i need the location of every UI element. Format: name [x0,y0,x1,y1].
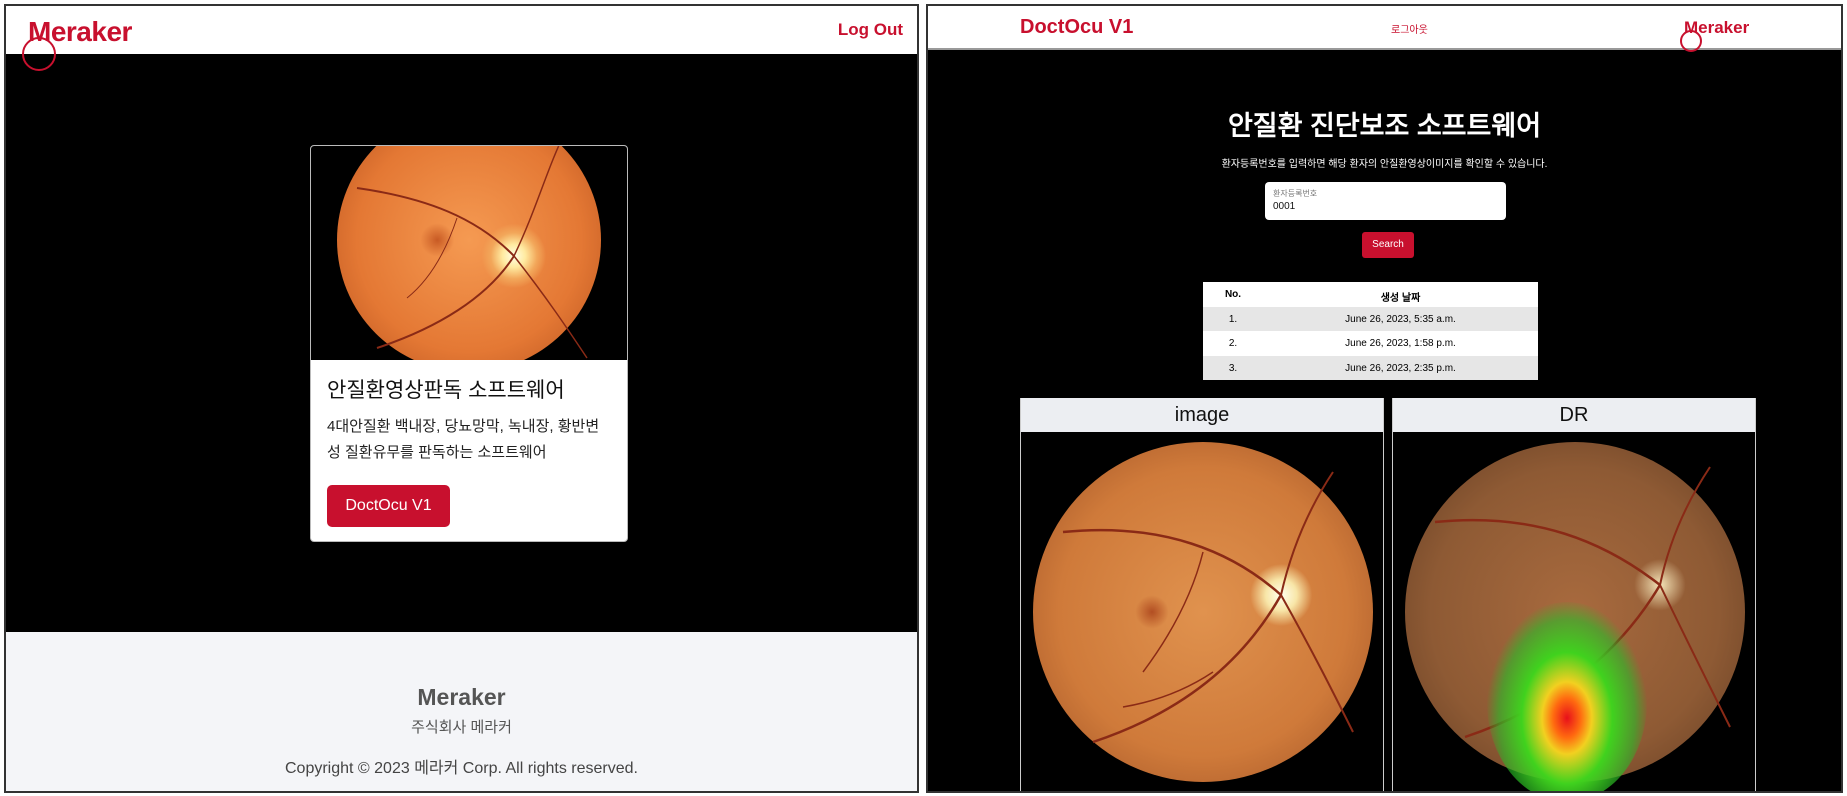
meraker-logo[interactable]: Meraker [1680,18,1749,52]
footer-logo: Meraker [417,684,506,710]
top-navbar: DoctOcu V1 로그아웃 Meraker [928,6,1841,52]
table-row[interactable]: 3. June 26, 2023, 2:35 p.m. [1203,355,1538,380]
retina-vessels [356,146,588,359]
header-date: 생성 날짜 [1380,293,1421,304]
table-row[interactable]: 1. June 26, 2023, 5:35 a.m. [1203,306,1538,331]
page-subtitle: 환자등록번호를 입력하면 해당 환자의 안질환영상이미지를 확인할 수 있습니다… [1221,159,1548,170]
row-no: 1. [1228,313,1238,325]
lesion-heatmap [1487,602,1647,791]
row-date: June 26, 2023, 5:35 a.m. [1345,313,1456,325]
dr-panel: DR [1392,398,1756,791]
retina-vessels [1062,471,1354,744]
page-title: 안질환 진단보조 소프트웨어 [1227,111,1542,141]
search-button[interactable]: Search [1362,232,1414,258]
image-panel: image [1020,398,1384,791]
footer: Meraker 주식회사 메라커 Copyright © 2023 메라커 Co… [6,632,917,791]
patient-id-value: 0001 [1273,201,1296,212]
patient-id-input[interactable]: 환자등록번호 0001 [1265,182,1506,220]
table-header: No. 생성 날짜 [1203,282,1538,307]
row-date: June 26, 2023, 1:58 p.m. [1345,338,1456,349]
diagnosis-screen: DoctOcu V1 로그아웃 Meraker 안질환 진단보조 소프트웨어 환… [926,4,1843,793]
row-no: 3. [1228,362,1238,374]
table-row[interactable]: 2. June 26, 2023, 1:58 p.m. [1203,331,1538,356]
row-no: 2. [1228,338,1238,349]
card-description: 4대안질환 백내장, 당뇨망막, 녹내장, 황반변성 질환유무를 판독하는 소프… [327,418,600,461]
fundus-image [1033,442,1373,782]
meraker-logo[interactable]: Meraker [22,16,132,71]
row-date: June 26, 2023, 2:35 p.m. [1345,362,1456,374]
card-title: 안질환영상판독 소프트웨어 [327,379,565,402]
footer-company-name: 주식회사 메라커 [411,719,512,736]
records-table: No. 생성 날짜 1. June 26, 2023, 5:35 a.m. 2.… [1203,282,1538,380]
patient-id-label: 환자등록번호 [1273,189,1318,198]
footer-copyright: Copyright © 2023 메라커 Corp. All rights re… [285,760,638,777]
logout-link[interactable]: 로그아웃 [1391,21,1428,36]
product-card: 안질환영상판독 소프트웨어 4대안질환 백내장, 당뇨망막, 녹내장, 황반변성… [310,145,628,542]
image-panel-header: image [1021,398,1383,432]
header-no: No. [1224,289,1242,300]
retina-photo [337,146,601,360]
fundus-image [311,146,627,360]
logout-link[interactable]: Log Out [838,20,903,40]
app-title-link[interactable]: DoctOcu V1 [1020,16,1133,39]
dr-panel-header: DR [1393,398,1755,432]
home-screen: Meraker Log Out 안질환영상판독 소프트웨어 4대안질환 백내장,… [4,4,919,793]
top-navbar: Meraker Log Out [6,6,917,71]
dr-heatmap-image [1405,442,1745,791]
doctocu-button[interactable]: DoctOcu V1 [327,485,450,527]
